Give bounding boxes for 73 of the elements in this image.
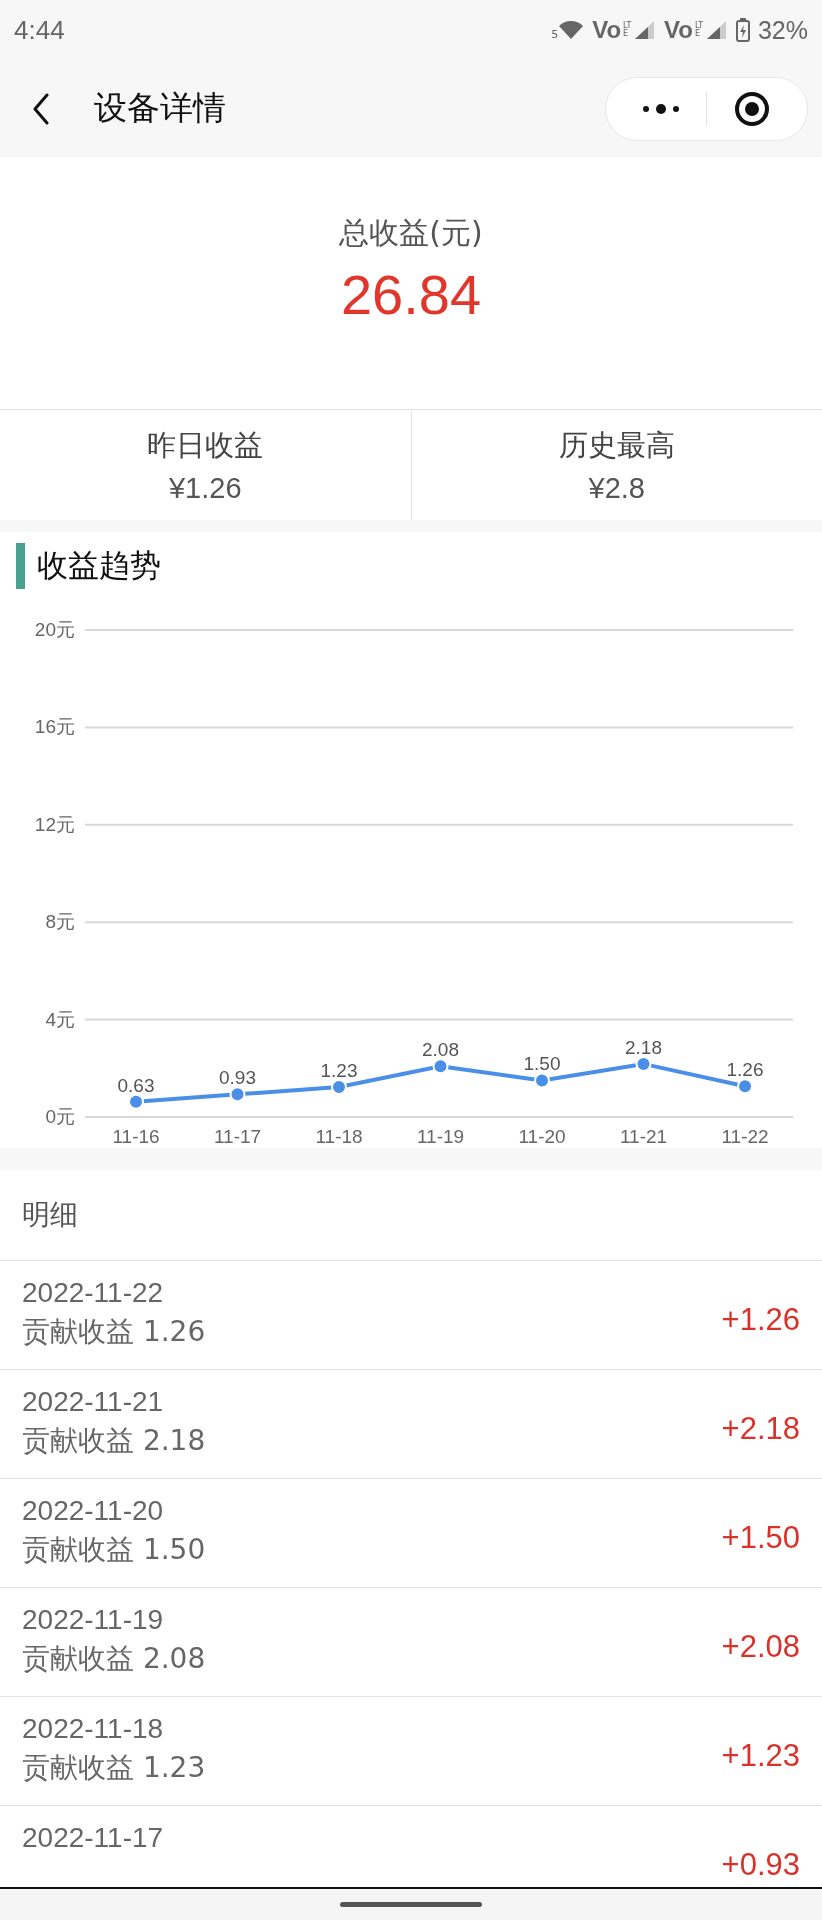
detail-row[interactable]: 2022-11-20 贡献收益 1.50 +1.50 xyxy=(0,1479,822,1588)
wifi-generation-label: 5 xyxy=(551,29,559,40)
back-icon xyxy=(32,92,50,125)
signal-icon xyxy=(705,20,728,40)
data-label: 2.18 xyxy=(625,1036,662,1058)
network-type: LTE xyxy=(694,22,704,38)
data-label: 0.63 xyxy=(117,1074,155,1096)
row-date: 2022-11-21 xyxy=(22,1386,165,1418)
row-note: 贡献收益 1.26 xyxy=(22,1314,206,1350)
x-axis-label: 11-16 xyxy=(112,1126,160,1147)
total-label: 总收益(元) xyxy=(339,214,483,252)
row-date: 2022-11-20 xyxy=(22,1495,165,1527)
section-title: 明细 xyxy=(22,1197,78,1233)
y-axis-label: 8元 xyxy=(45,911,75,933)
row-date: 2022-11-22 xyxy=(22,1277,165,1309)
detail-row[interactable]: 2022-11-22 贡献收益 1.26 +1.26 xyxy=(0,1261,822,1370)
data-point xyxy=(737,1078,753,1095)
stat-label: 历史最高 xyxy=(558,426,675,464)
stat-value: ¥2.8 xyxy=(588,471,645,505)
y-axis-label: 0元 xyxy=(45,1106,75,1127)
data-label: 1.23 xyxy=(320,1060,358,1082)
more-icon xyxy=(641,102,681,115)
stat-label: 昨日收益 xyxy=(147,426,264,464)
page-title: 设备详情 xyxy=(94,87,227,129)
x-axis-label: 11-20 xyxy=(518,1126,566,1147)
row-amount: +1.26 xyxy=(721,1301,800,1338)
y-axis-label: 20元 xyxy=(34,619,75,640)
data-point xyxy=(229,1086,246,1103)
x-axis-label: 11-17 xyxy=(213,1126,262,1147)
status-time: 4:44 xyxy=(14,14,65,46)
row-amount: +1.23 xyxy=(721,1737,800,1774)
chart-title: 收益趋势 xyxy=(37,546,161,585)
network-label: Vo xyxy=(592,16,622,44)
y-axis-label: 4元 xyxy=(45,1008,75,1030)
row-note: 贡献收益 1.50 xyxy=(22,1532,206,1568)
battery-level: 32% xyxy=(757,15,808,45)
row-date: 2022-11-17 xyxy=(22,1822,164,1854)
row-amount: +2.08 xyxy=(721,1628,800,1665)
row-date: 2022-11-19 xyxy=(22,1604,165,1636)
detail-row[interactable]: 2022-11-21 贡献收益 2.18 +2.18 xyxy=(0,1370,822,1479)
signal-icon xyxy=(634,20,657,40)
row-note: 贡献收益 1.23 xyxy=(22,1750,206,1786)
data-label: 2.08 xyxy=(422,1039,459,1061)
network-type: LTE xyxy=(623,22,633,38)
row-amount: +1.50 xyxy=(721,1519,800,1556)
row-amount: +2.18 xyxy=(721,1410,800,1447)
data-point xyxy=(128,1093,144,1110)
x-axis-label: 11-19 xyxy=(416,1126,465,1147)
target-icon xyxy=(734,90,770,127)
x-axis-label: 11-18 xyxy=(315,1126,363,1147)
detail-row[interactable]: 2022-11-18 贡献收益 1.23 +1.23 xyxy=(0,1697,822,1806)
battery-icon xyxy=(735,18,750,42)
data-point xyxy=(635,1055,652,1072)
network-label: Vo xyxy=(664,16,693,44)
x-axis-label: 11-22 xyxy=(721,1126,769,1147)
data-point xyxy=(331,1079,347,1096)
data-label: 1.26 xyxy=(726,1059,764,1081)
data-label: 1.50 xyxy=(523,1053,561,1075)
y-axis-label: 12元 xyxy=(34,813,75,835)
accent-bar xyxy=(16,543,25,589)
x-axis-label: 11-21 xyxy=(619,1126,668,1147)
row-amount: +0.93 xyxy=(721,1846,800,1883)
wifi-icon xyxy=(558,20,585,40)
row-note: 贡献收益 2.18 xyxy=(22,1423,206,1459)
row-note: 贡献收益 2.08 xyxy=(22,1641,206,1677)
total-value: 26.84 xyxy=(340,262,482,327)
data-point xyxy=(534,1072,550,1089)
stat-value: ¥1.26 xyxy=(168,471,242,505)
detail-row[interactable]: 2022-11-19 贡献收益 2.08 +2.08 xyxy=(0,1588,822,1697)
data-label: 0.93 xyxy=(219,1067,256,1089)
row-date: 2022-11-18 xyxy=(22,1713,165,1745)
y-axis-label: 16元 xyxy=(34,716,75,738)
data-point xyxy=(432,1058,449,1075)
